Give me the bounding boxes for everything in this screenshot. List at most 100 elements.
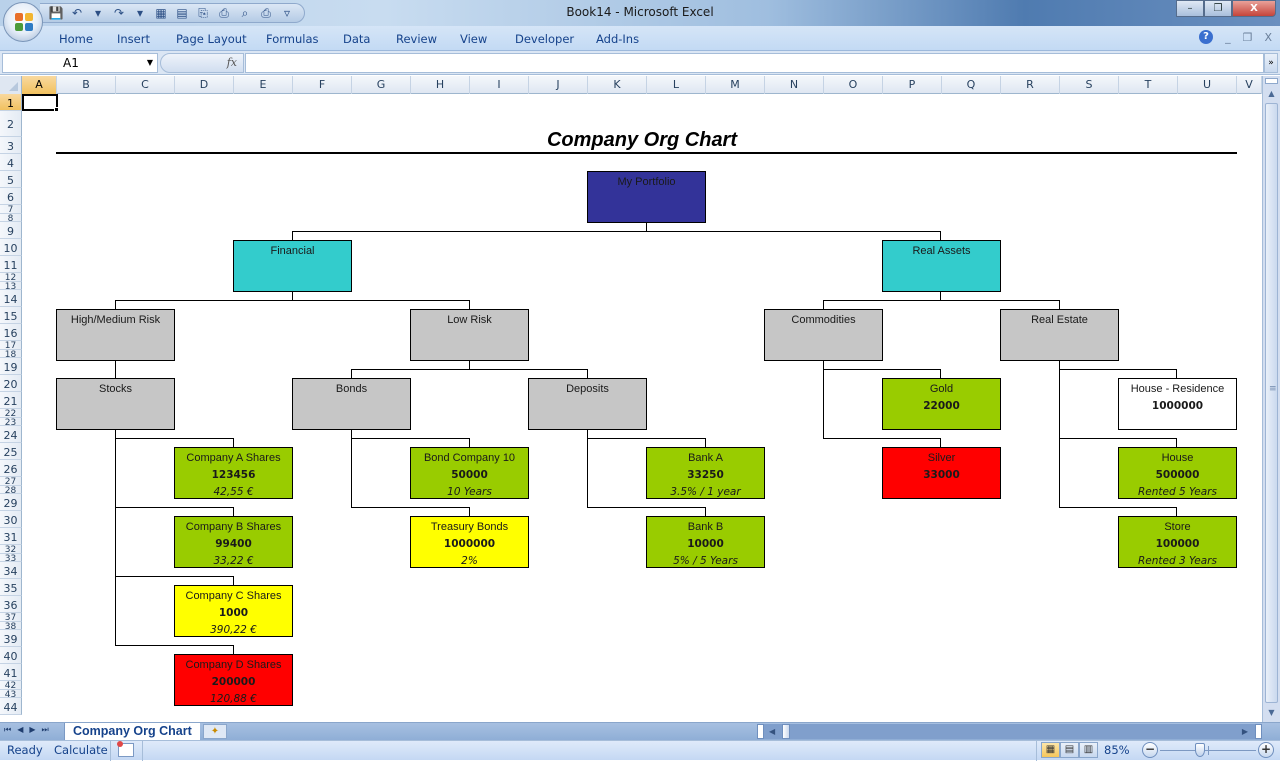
row-header-20[interactable]: 20 (0, 375, 22, 392)
row-header-22[interactable]: 22 (0, 409, 22, 418)
scroll-up-arrow-icon[interactable]: ▲ (1264, 86, 1279, 101)
column-header-e[interactable]: E (234, 76, 293, 94)
row-header-6[interactable]: 6 (0, 188, 22, 205)
node-bond-company-10[interactable]: Bond Company 10 50000 10 Years (410, 447, 529, 499)
node-house[interactable]: House 500000 Rented 5 Years (1118, 447, 1237, 499)
node-house-residence[interactable]: House - Residence 1000000 (1118, 378, 1237, 430)
row-header-38[interactable]: 38 (0, 622, 22, 630)
next-sheet-icon[interactable]: ▶ (29, 725, 35, 735)
tab-insert[interactable]: Insert (117, 32, 150, 46)
vertical-scroll-thumb[interactable]: ≡ (1265, 103, 1278, 703)
paste-special-icon[interactable]: ⎘ (195, 5, 211, 21)
redo-dropdown-icon[interactable]: ▾ (132, 5, 148, 21)
node-low-risk[interactable]: Low Risk (410, 309, 529, 361)
table-icon[interactable]: ▤ (174, 5, 190, 21)
column-header-p[interactable]: P (883, 76, 942, 94)
split-handle[interactable] (1265, 78, 1278, 84)
help-icon[interactable]: ? (1199, 30, 1214, 44)
node-my-portfolio[interactable]: My Portfolio (587, 171, 706, 223)
row-header-9[interactable]: 9 (0, 222, 22, 239)
prev-sheet-icon[interactable]: ◀ (17, 725, 23, 735)
node-company-a-shares[interactable]: Company A Shares 123456 42,55 € (174, 447, 293, 499)
column-header-a[interactable]: A (22, 76, 57, 94)
row-header-17[interactable]: 17 (0, 341, 22, 350)
formula-input[interactable] (245, 53, 1264, 73)
save-icon[interactable]: 💾 (48, 5, 64, 21)
minimize-button[interactable]: – (1176, 0, 1204, 17)
restore-button[interactable]: ❐ (1204, 0, 1232, 17)
normal-view-icon[interactable]: ▦ (1041, 742, 1060, 758)
row-header-7[interactable]: 7 (0, 205, 22, 214)
workbook-minimize-button[interactable]: _ (1225, 31, 1231, 44)
sheet-tab-company-org-chart[interactable]: Company Org Chart (64, 723, 200, 740)
row-header-10[interactable]: 10 (0, 239, 22, 256)
document-icon[interactable]: ⎙ (216, 5, 232, 21)
page-break-view-icon[interactable]: ▥ (1079, 742, 1098, 758)
print-preview-icon[interactable]: ⌕ (237, 5, 253, 21)
column-header-q[interactable]: Q (942, 76, 1001, 94)
row-header-18[interactable]: 18 (0, 350, 22, 358)
vertical-scrollbar[interactable]: ▲ ≡ ▼ (1262, 76, 1280, 722)
column-header-n[interactable]: N (765, 76, 824, 94)
node-company-b-shares[interactable]: Company B Shares 99400 33,22 € (174, 516, 293, 568)
tab-home[interactable]: Home (59, 32, 93, 46)
row-header-39[interactable]: 39 (0, 630, 22, 647)
node-commodities[interactable]: Commodities (764, 309, 883, 361)
row-header-2[interactable]: 2 (0, 111, 22, 137)
zoom-level[interactable]: 85% (1104, 743, 1130, 757)
row-header-42[interactable]: 42 (0, 681, 22, 690)
row-header-19[interactable]: 19 (0, 358, 22, 375)
record-macro-icon[interactable] (117, 741, 134, 757)
row-header-31[interactable]: 31 (0, 528, 22, 545)
close-button[interactable]: X (1232, 0, 1276, 17)
row-header-34[interactable]: 34 (0, 562, 22, 579)
sheet-canvas[interactable]: Company Org Chart My Portfolio Financial… (22, 94, 1262, 722)
node-financial[interactable]: Financial (233, 240, 352, 292)
redo-icon[interactable]: ↷ (111, 5, 127, 21)
row-header-25[interactable]: 25 (0, 443, 22, 460)
zoom-out-button[interactable]: − (1142, 742, 1158, 758)
row-header-44[interactable]: 44 (0, 698, 22, 715)
node-bonds[interactable]: Bonds (292, 378, 411, 430)
tab-data[interactable]: Data (343, 32, 370, 46)
node-bank-a[interactable]: Bank A 33250 3.5% / 1 year (646, 447, 765, 499)
column-header-g[interactable]: G (352, 76, 411, 94)
row-header-16[interactable]: 16 (0, 324, 22, 341)
node-stocks[interactable]: Stocks (56, 378, 175, 430)
row-header-32[interactable]: 32 (0, 545, 22, 554)
undo-dropdown-icon[interactable]: ▾ (90, 5, 106, 21)
row-header-35[interactable]: 35 (0, 579, 22, 596)
status-calculate[interactable]: Calculate (54, 743, 108, 757)
column-header-j[interactable]: J (529, 76, 588, 94)
horizontal-scrollbar[interactable]: ◀ ▶ (757, 724, 1262, 739)
column-header-h[interactable]: H (411, 76, 470, 94)
row-header-28[interactable]: 28 (0, 486, 22, 494)
row-header-4[interactable]: 4 (0, 154, 22, 171)
scroll-left-arrow-icon[interactable]: ◀ (769, 724, 775, 739)
tab-developer[interactable]: Developer (515, 32, 574, 46)
column-header-k[interactable]: K (588, 76, 647, 94)
column-header-r[interactable]: R (1001, 76, 1060, 94)
node-high-medium-risk[interactable]: High/Medium Risk (56, 309, 175, 361)
node-bank-b[interactable]: Bank B 10000 5% / 5 Years (646, 516, 765, 568)
tab-page-layout[interactable]: Page Layout (176, 32, 247, 46)
row-header-1[interactable]: 1 (0, 94, 22, 111)
column-header-b[interactable]: B (57, 76, 116, 94)
row-header-23[interactable]: 23 (0, 418, 22, 426)
node-gold[interactable]: Gold 22000 (882, 378, 1001, 430)
row-header-27[interactable]: 27 (0, 477, 22, 486)
row-header-5[interactable]: 5 (0, 171, 22, 188)
column-header-o[interactable]: O (824, 76, 883, 94)
scroll-down-arrow-icon[interactable]: ▼ (1264, 705, 1279, 720)
row-header-33[interactable]: 33 (0, 554, 22, 562)
name-box[interactable]: A1 ▼ (2, 53, 158, 73)
column-header-m[interactable]: M (706, 76, 765, 94)
print-icon[interactable]: ⎙ (258, 5, 274, 21)
customize-qat-icon[interactable]: ▿ (279, 5, 295, 21)
column-header-l[interactable]: L (647, 76, 706, 94)
row-header-12[interactable]: 12 (0, 273, 22, 282)
first-sheet-icon[interactable]: ⏮ (4, 725, 11, 735)
undo-icon[interactable]: ↶ (69, 5, 85, 21)
node-silver[interactable]: Silver 33000 (882, 447, 1001, 499)
row-header-13[interactable]: 13 (0, 282, 22, 290)
